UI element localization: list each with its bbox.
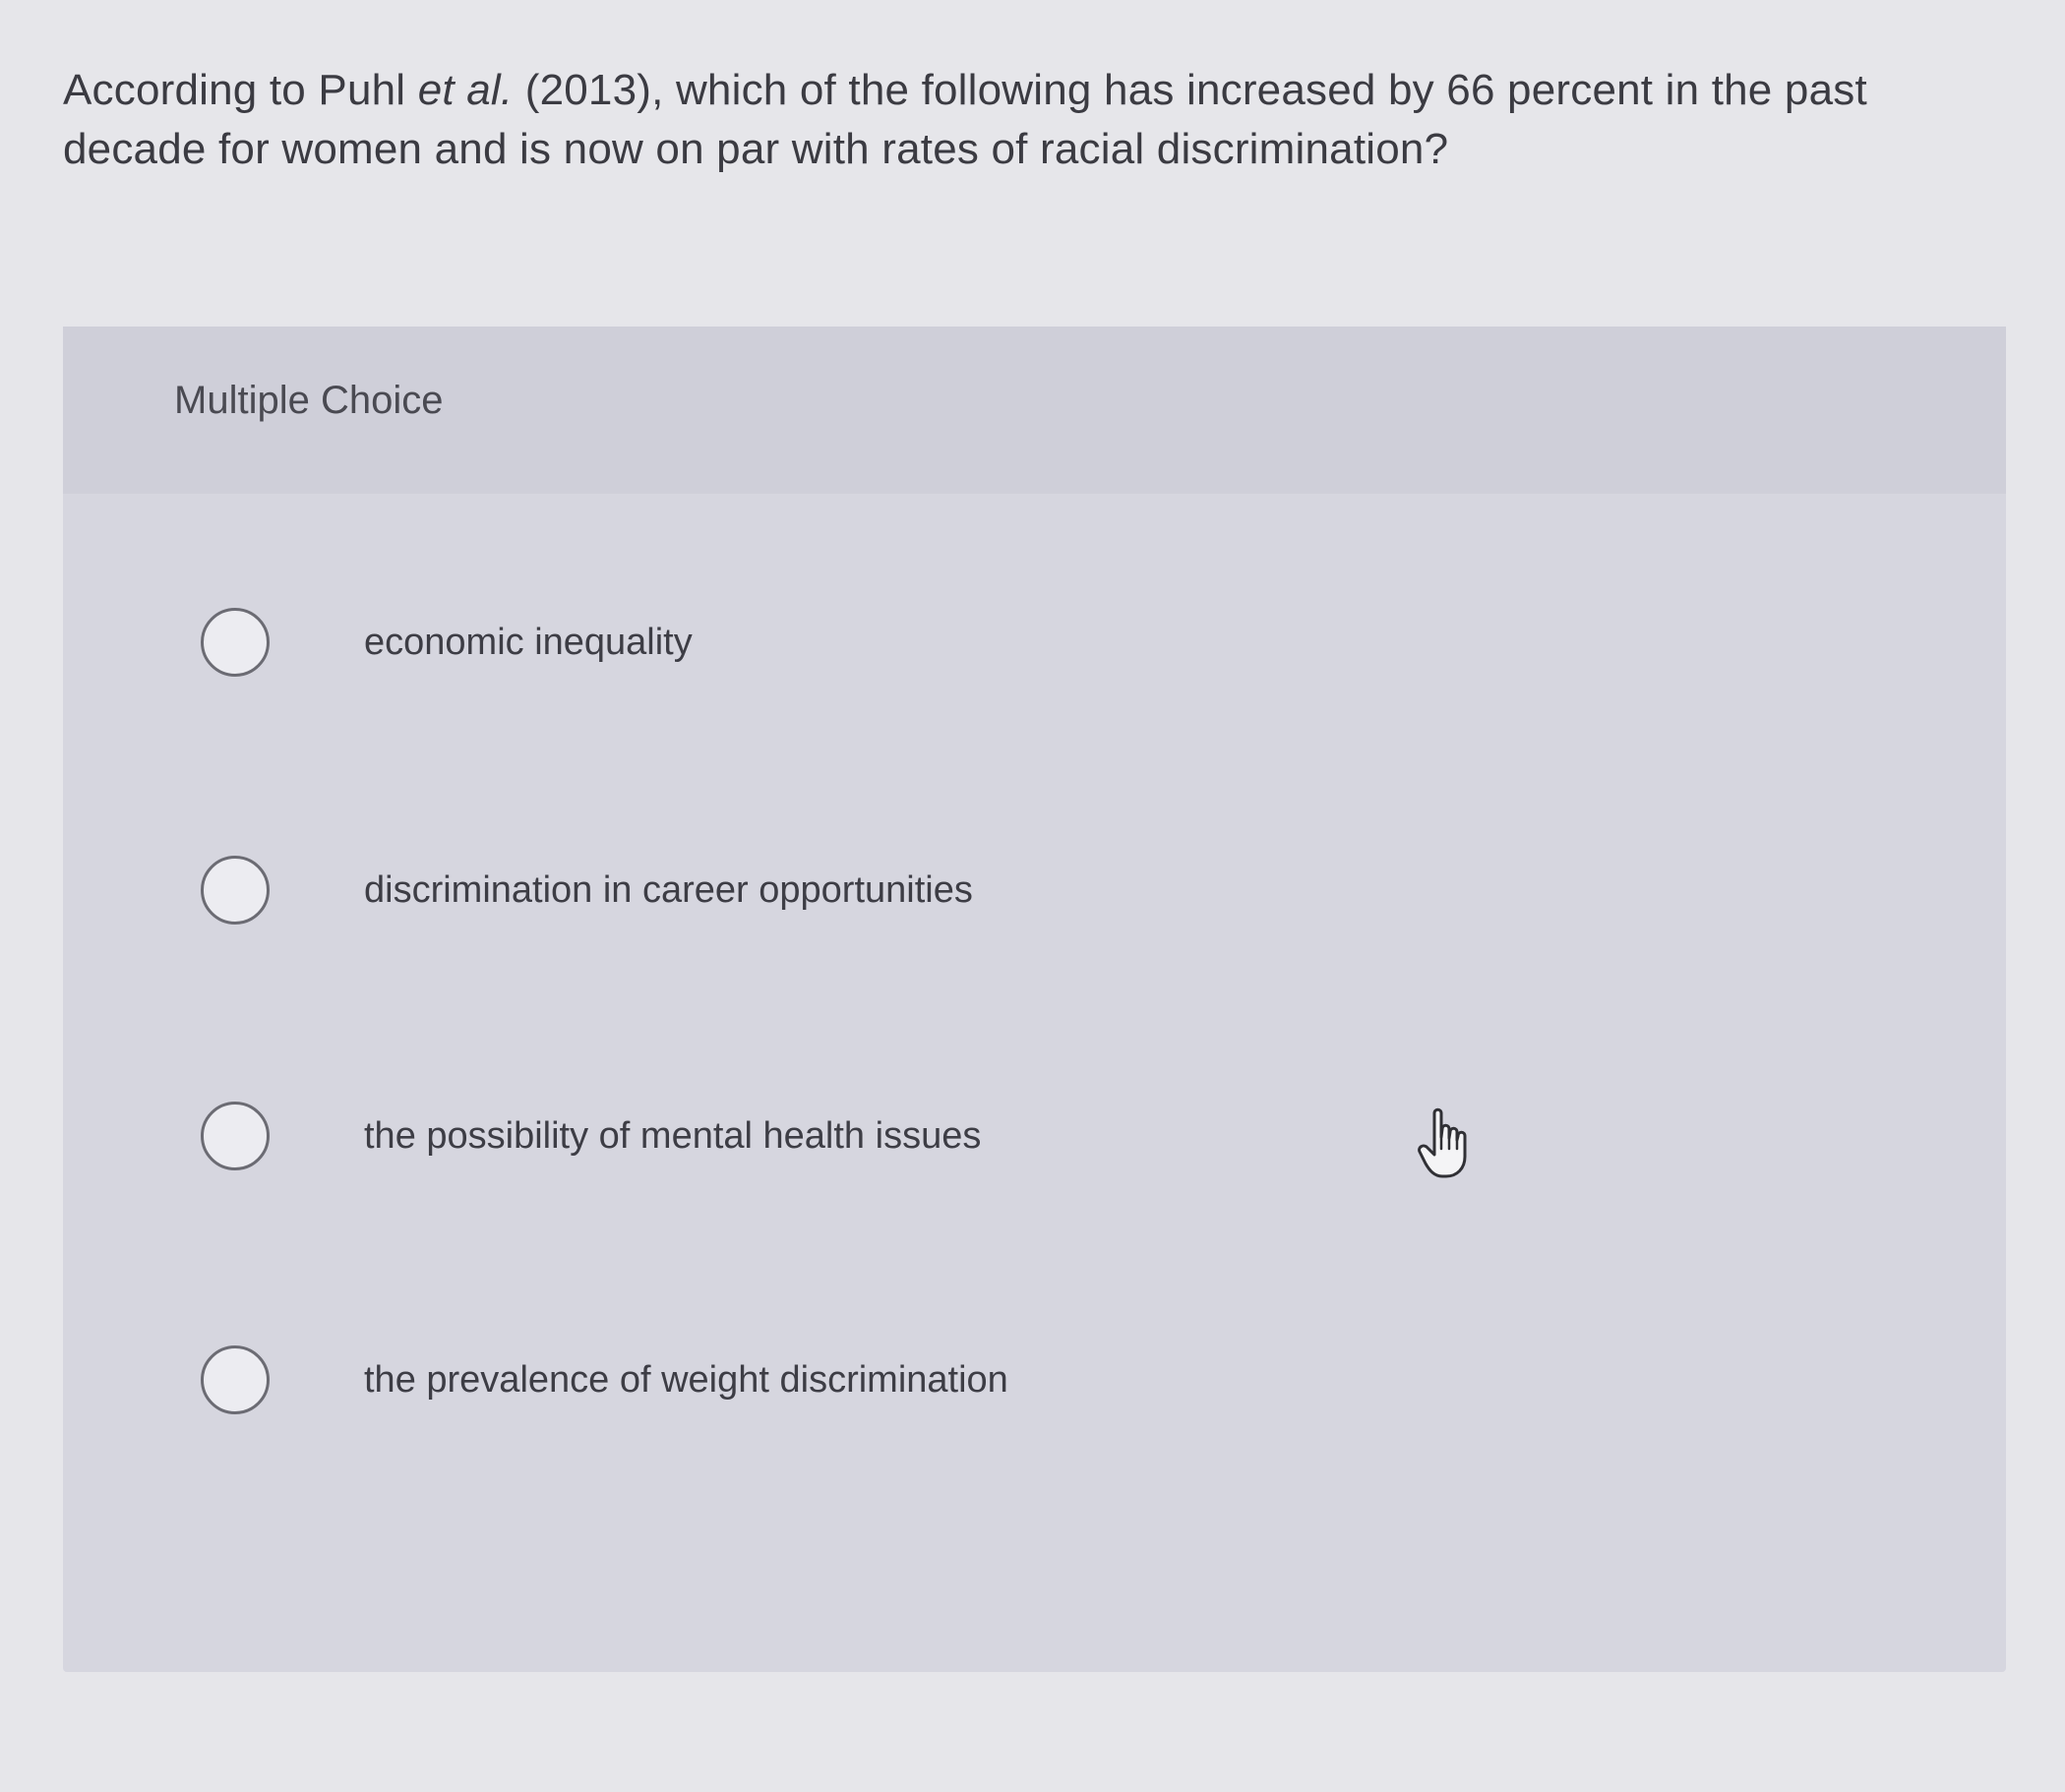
radio-button[interactable] (201, 1102, 270, 1170)
radio-button[interactable] (201, 856, 270, 925)
question-text: According to Puhl et al. (2013), which o… (63, 61, 1913, 179)
option-label: discrimination in career opportunities (364, 869, 973, 911)
radio-button[interactable] (201, 1345, 270, 1414)
option-career-discrimination[interactable]: discrimination in career opportunities (201, 846, 1676, 934)
card-title: Multiple Choice (174, 379, 444, 422)
hand-pointer-icon (1418, 1107, 1467, 1178)
radio-button[interactable] (201, 608, 270, 677)
option-label: the possibility of mental health issues (364, 1115, 982, 1157)
option-label: the prevalence of weight discrimination (364, 1359, 1008, 1401)
question-text-start: According to Puhl (63, 66, 418, 114)
question-text-italic: et al. (417, 66, 514, 114)
option-weight-discrimination[interactable]: the prevalence of weight discrimination (201, 1336, 1676, 1424)
card-header: Multiple Choice (63, 327, 2006, 494)
multiple-choice-card: Multiple Choice economic inequality disc… (63, 327, 2006, 1672)
option-label: economic inequality (364, 622, 693, 663)
option-economic-inequality[interactable]: economic inequality (201, 598, 1676, 687)
